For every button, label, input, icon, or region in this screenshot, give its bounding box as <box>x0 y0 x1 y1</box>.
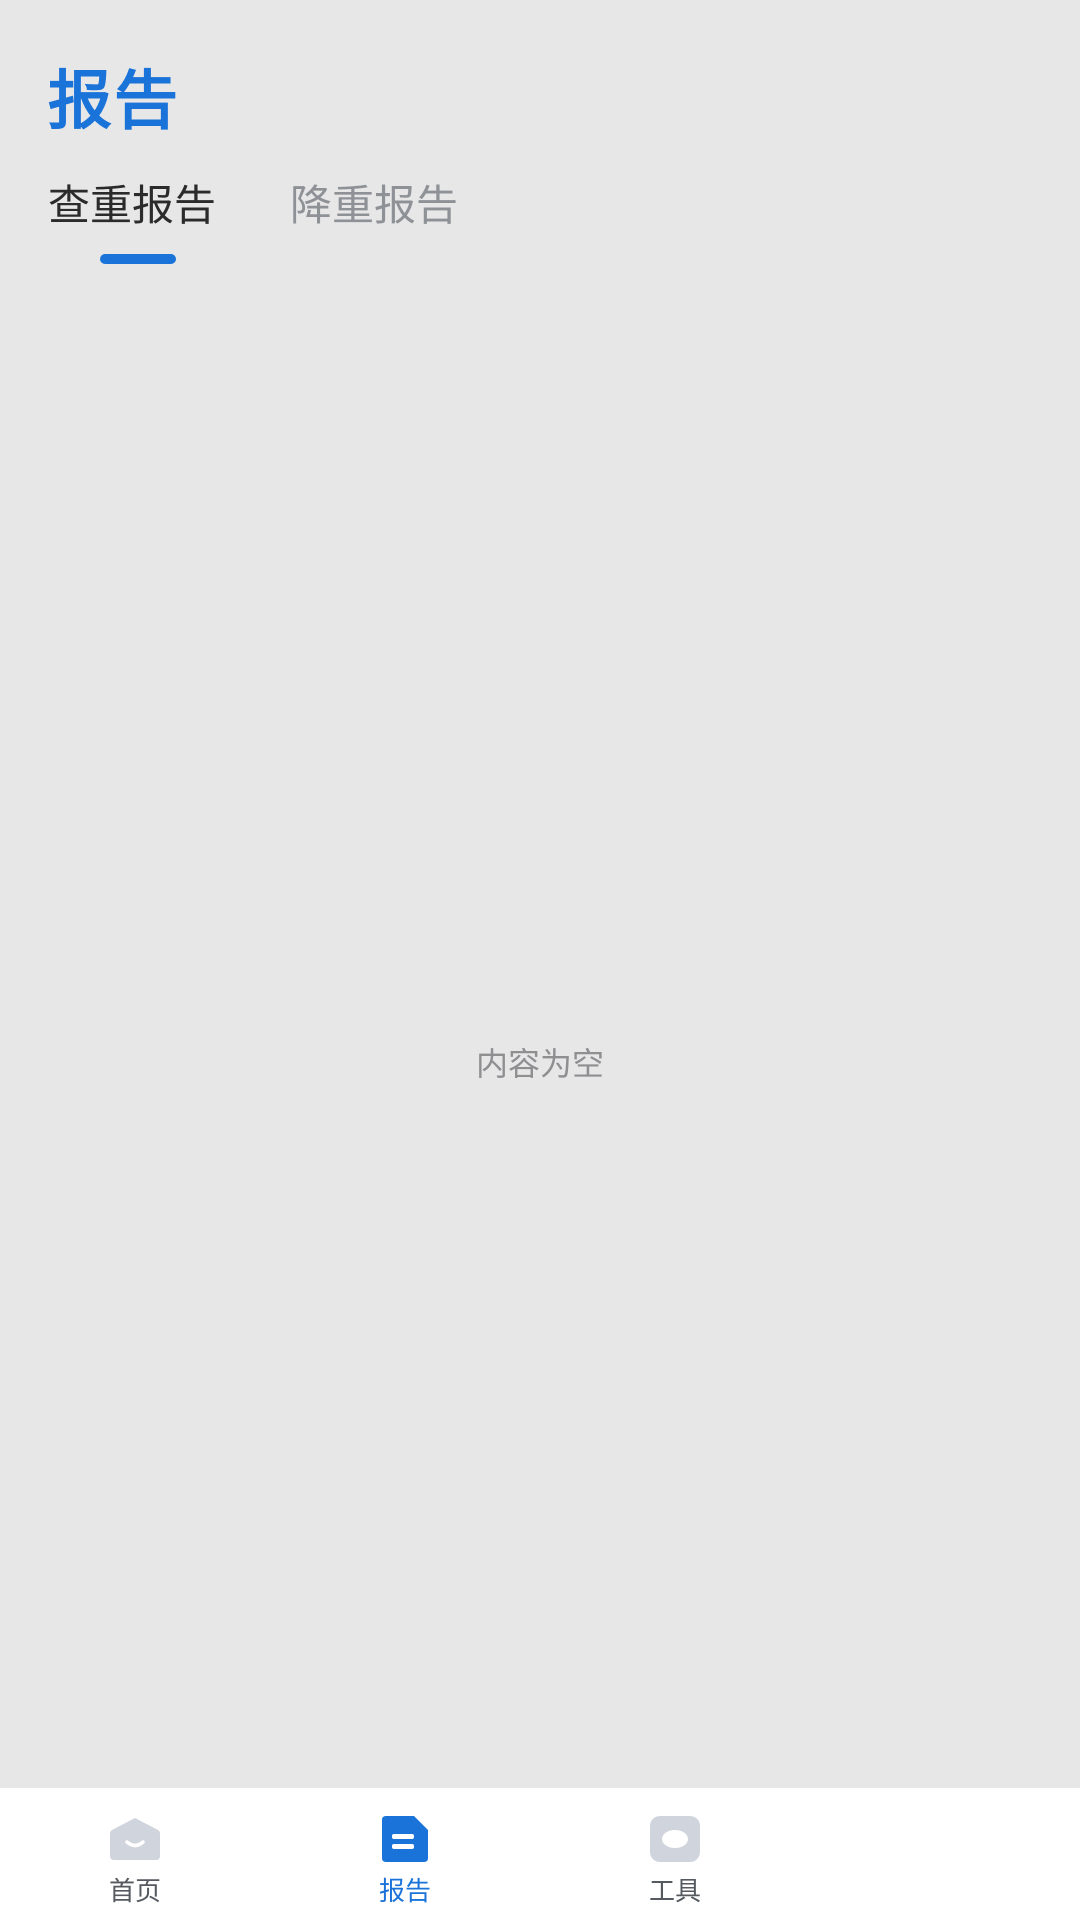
nav-label-tools: 工具 <box>648 1877 701 1907</box>
home-icon <box>110 1818 160 1860</box>
nav-item-tools[interactable]: 工具 <box>585 1788 765 1920</box>
nav-label-home: 首页 <box>108 1877 161 1907</box>
active-tab-indicator <box>100 254 176 264</box>
tab-rewrite-report[interactable]: 降重报告 <box>290 180 458 232</box>
nav-label-report: 报告 <box>378 1877 431 1907</box>
tools-icon <box>650 1816 700 1862</box>
empty-state-text: 内容为空 <box>475 1045 604 1083</box>
tab-plagiarism-report[interactable]: 查重报告 <box>48 180 216 232</box>
bottom-nav-bar: 首页 报告 工具 <box>0 1788 1080 1920</box>
nav-item-home[interactable]: 首页 <box>45 1788 225 1920</box>
nav-item-report[interactable]: 报告 <box>315 1788 495 1920</box>
page-title: 报告 <box>48 65 180 139</box>
report-icon <box>382 1816 428 1862</box>
